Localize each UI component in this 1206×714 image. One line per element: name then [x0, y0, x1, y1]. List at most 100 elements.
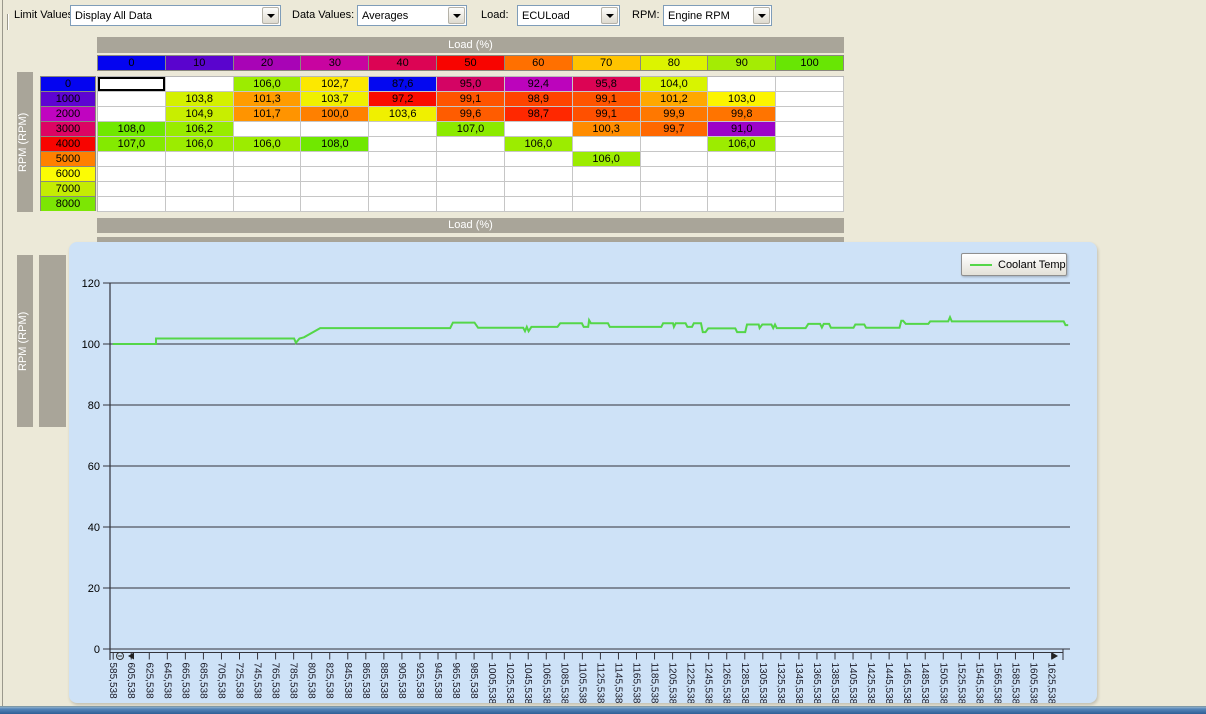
map-cell[interactable]: 95,0 [437, 77, 505, 92]
map-cell[interactable]: 98,9 [505, 92, 573, 107]
map-cell[interactable] [505, 122, 573, 137]
map-cell[interactable]: 100,3 [573, 122, 641, 137]
map-cell[interactable] [505, 197, 573, 212]
map-cell[interactable] [573, 167, 641, 182]
column-header-cell[interactable]: 70 [573, 56, 641, 70]
column-header-cell[interactable]: 50 [437, 56, 505, 70]
map-cell[interactable]: 99,9 [641, 107, 709, 122]
map-cell[interactable] [776, 107, 844, 122]
map-cell[interactable] [301, 197, 369, 212]
map-cell[interactable] [98, 167, 166, 182]
map-cell[interactable]: 99,1 [573, 107, 641, 122]
row-header-cell[interactable]: 8000 [41, 197, 95, 211]
load-combo-button[interactable] [601, 7, 618, 24]
map-cell[interactable] [301, 182, 369, 197]
map-cell[interactable]: 100,0 [301, 107, 369, 122]
limit-values-combo[interactable]: Display All Data [70, 5, 281, 26]
map-cell[interactable]: 104,9 [166, 107, 234, 122]
map-cell[interactable]: 106,0 [573, 152, 641, 167]
map-cell[interactable] [776, 77, 844, 92]
row-header-cell[interactable]: 5000 [41, 152, 95, 167]
map-cell[interactable] [437, 137, 505, 152]
map-cell[interactable] [708, 77, 776, 92]
row-header-cell[interactable]: 7000 [41, 182, 95, 197]
map-cell[interactable] [166, 182, 234, 197]
map-cell[interactable] [369, 197, 437, 212]
map-cell[interactable]: 103,7 [301, 92, 369, 107]
map-cell[interactable]: 99,7 [641, 122, 709, 137]
map-cell[interactable]: 106,0 [708, 137, 776, 152]
map-cell[interactable]: 101,2 [641, 92, 709, 107]
data-values-combo[interactable]: Averages [357, 5, 467, 26]
map-cell[interactable] [369, 137, 437, 152]
load-combo[interactable]: ECULoad [517, 5, 620, 26]
map-cell[interactable] [98, 92, 166, 107]
map-cell[interactable] [166, 77, 234, 92]
map-cell[interactable]: 95,8 [573, 77, 641, 92]
map-cell[interactable] [573, 182, 641, 197]
map-cell[interactable]: 102,7 [301, 77, 369, 92]
map-cell[interactable]: 92,4 [505, 77, 573, 92]
map-cell[interactable]: 107,0 [98, 137, 166, 152]
row-header-cell[interactable]: 0 [41, 77, 95, 92]
map-cell[interactable] [234, 152, 302, 167]
map-cell[interactable] [98, 197, 166, 212]
map-cell[interactable] [708, 182, 776, 197]
map-cell[interactable] [98, 152, 166, 167]
map-cell[interactable] [234, 197, 302, 212]
map-cell[interactable]: 103,6 [369, 107, 437, 122]
map-cell[interactable]: 98,7 [505, 107, 573, 122]
map-cell[interactable]: 99,8 [708, 107, 776, 122]
map-cell[interactable] [776, 122, 844, 137]
map-cell[interactable]: 106,2 [166, 122, 234, 137]
map-cell[interactable] [437, 152, 505, 167]
map-cell[interactable] [573, 197, 641, 212]
map-cell[interactable] [505, 167, 573, 182]
map-cell[interactable] [369, 122, 437, 137]
chart-legend[interactable]: Coolant Temp [961, 253, 1067, 276]
column-header-cell[interactable]: 100 [776, 56, 843, 70]
map-cell[interactable] [98, 182, 166, 197]
map-cell[interactable]: 107,0 [437, 122, 505, 137]
map-cell[interactable] [301, 167, 369, 182]
map-cell[interactable] [708, 167, 776, 182]
map-cell[interactable]: 106,0 [234, 137, 302, 152]
row-header-cell[interactable]: 1000 [41, 92, 95, 107]
map-cell[interactable]: 103,0 [708, 92, 776, 107]
map-cell[interactable]: 103,8 [166, 92, 234, 107]
column-header-cell[interactable]: 20 [234, 56, 302, 70]
map-cell[interactable] [369, 152, 437, 167]
map-cell[interactable] [641, 137, 709, 152]
map-cell[interactable]: 106,0 [166, 137, 234, 152]
row-header-cell[interactable]: 2000 [41, 107, 95, 122]
map-cell[interactable] [166, 197, 234, 212]
map-cell[interactable] [98, 107, 166, 122]
chart-canvas[interactable]: 120100806040200 585,538605,538625,538645… [69, 242, 1097, 703]
map-cell[interactable] [708, 152, 776, 167]
map-cell[interactable] [776, 182, 844, 197]
rpm-combo-button[interactable] [753, 7, 770, 24]
row-header-cell[interactable]: 4000 [41, 137, 95, 152]
map-cell[interactable] [573, 137, 641, 152]
map-cell[interactable] [166, 152, 234, 167]
map-cell[interactable] [641, 197, 709, 212]
map-cell[interactable]: 99,1 [437, 92, 505, 107]
map-cell[interactable] [437, 197, 505, 212]
column-header-cell[interactable]: 60 [505, 56, 573, 70]
map-cell[interactable] [234, 122, 302, 137]
map-cell[interactable]: 97,2 [369, 92, 437, 107]
row-header-cell[interactable]: 6000 [41, 167, 95, 182]
map-cell[interactable]: 101,3 [234, 92, 302, 107]
row-header-cell[interactable]: 3000 [41, 122, 95, 137]
map-cell[interactable]: 106,0 [505, 137, 573, 152]
column-header-cell[interactable]: 10 [166, 56, 234, 70]
column-header-cell[interactable]: 90 [708, 56, 776, 70]
map-cell[interactable] [776, 137, 844, 152]
map-cell[interactable] [641, 152, 709, 167]
map-cell[interactable] [369, 167, 437, 182]
map-cell[interactable] [301, 152, 369, 167]
map-cell[interactable] [234, 182, 302, 197]
limit-values-combo-button[interactable] [262, 7, 279, 24]
rpm-combo[interactable]: Engine RPM [663, 5, 772, 26]
map-cell[interactable] [234, 167, 302, 182]
